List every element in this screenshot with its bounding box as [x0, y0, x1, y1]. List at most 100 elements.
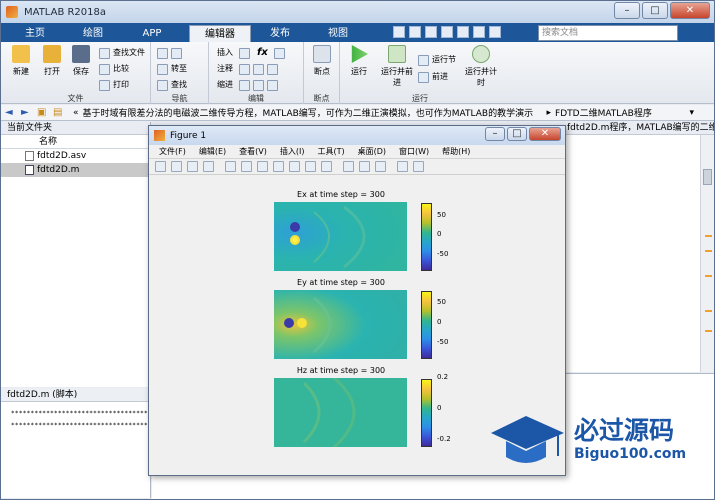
print-button[interactable]: 打印	[99, 79, 129, 91]
new-button[interactable]: 新建	[7, 45, 35, 77]
marker	[705, 235, 712, 237]
colorbar-tick: -0.2	[437, 435, 451, 443]
link-plot-icon[interactable]	[343, 161, 354, 172]
tab-publish[interactable]: 发布	[257, 25, 303, 42]
list-item[interactable]: fdtd2D.asv	[1, 149, 150, 163]
run-button[interactable]: 运行	[345, 45, 373, 77]
rotate-icon[interactable]	[289, 161, 300, 172]
open-button[interactable]: 打开	[38, 45, 66, 77]
find-files-icon	[99, 47, 110, 59]
figure-close-button[interactable]: ✕	[529, 127, 561, 141]
save-figure-icon[interactable]	[187, 161, 198, 172]
goto-button[interactable]: 转至	[157, 63, 187, 75]
open-file-icon[interactable]	[171, 161, 182, 172]
help-quick-icon[interactable]	[489, 26, 501, 38]
marker	[705, 275, 712, 277]
scroll-thumb[interactable]	[703, 169, 712, 185]
comment-button[interactable]: 注释	[217, 63, 281, 75]
folder-up-icon[interactable]: ▣	[37, 107, 49, 118]
tab-view[interactable]: 视图	[315, 25, 361, 42]
outdent-icon	[267, 79, 278, 91]
figure-minimize-button[interactable]: –	[485, 127, 505, 141]
tab-home[interactable]: 主页	[15, 25, 55, 42]
breakpoints-button[interactable]: 断点	[308, 45, 336, 77]
menu-file[interactable]: 文件(F)	[159, 146, 186, 157]
search-input[interactable]: 搜索文档	[538, 25, 678, 41]
menu-desktop[interactable]: 桌面(D)	[358, 146, 386, 157]
colorbar	[421, 291, 432, 359]
save-button[interactable]: 保存	[67, 45, 95, 77]
editor-scrollbar[interactable]	[700, 135, 714, 372]
advance-button[interactable]: 前进	[418, 71, 448, 83]
path-current[interactable]: FDTD二维MATLAB程序	[555, 106, 652, 119]
details-title: fdtd2D.m (脚本)	[1, 388, 150, 402]
maximize-button[interactable]: □	[642, 2, 668, 19]
title-bar: MATLAB R2018a – □ ✕	[1, 1, 714, 23]
open-folder-icon	[43, 45, 61, 63]
zoom-out-icon[interactable]	[257, 161, 268, 172]
menu-insert[interactable]: 插入(I)	[280, 146, 305, 157]
zoom-in-icon[interactable]	[241, 161, 252, 172]
print-figure-icon[interactable]	[203, 161, 214, 172]
data-cursor-icon[interactable]	[305, 161, 316, 172]
browse-folder-icon[interactable]: ▤	[53, 107, 65, 118]
copy-quick-icon[interactable]	[425, 26, 437, 38]
menu-edit[interactable]: 编辑(E)	[199, 146, 226, 157]
close-button[interactable]: ✕	[670, 2, 710, 19]
ey-plot[interactable]	[274, 290, 407, 359]
menu-help[interactable]: 帮助(H)	[442, 146, 470, 157]
undo-quick-icon[interactable]	[457, 26, 469, 38]
path-text[interactable]: 基于时域有限差分法的电磁波二维传导方程，MATLAB编写，可作为二维正演模拟，也…	[83, 106, 543, 119]
cut-quick-icon[interactable]	[409, 26, 421, 38]
show-tools-icon[interactable]	[413, 161, 424, 172]
menu-tools[interactable]: 工具(T)	[317, 146, 344, 157]
back-nav-button[interactable]	[157, 47, 185, 59]
compare-button[interactable]: 比较	[99, 63, 129, 75]
uncomment-icon	[267, 63, 278, 75]
save-quick-icon[interactable]	[393, 26, 405, 38]
ex-plot[interactable]	[274, 202, 407, 271]
back-arrow-icon	[157, 47, 168, 59]
chevron-down-icon[interactable]: ▾	[689, 108, 694, 118]
indent-icon	[253, 79, 264, 91]
tab-plots[interactable]: 绘图	[73, 25, 113, 42]
minimize-button[interactable]: –	[614, 2, 640, 19]
plot-title: Hz at time step = 300	[296, 366, 386, 375]
name-column-header[interactable]: 名称	[1, 135, 150, 149]
indent-button[interactable]: 缩进	[217, 79, 281, 91]
forward-arrow-icon[interactable]: ►	[21, 107, 33, 118]
run-advance-button[interactable]: 运行并前进	[380, 45, 414, 88]
run-time-button[interactable]: 运行并计时	[464, 45, 498, 88]
menu-view[interactable]: 查看(V)	[239, 146, 267, 157]
edit-group: 插入 fx 注释 缩进 编辑	[209, 42, 304, 104]
address-bar[interactable]: ◄ ► ▣ ▤ « 基于时域有限差分法的电磁波二维传导方程，MATLAB编写，可…	[1, 105, 714, 121]
tab-editor[interactable]: 编辑器	[189, 25, 251, 42]
breakpoints-group-label: 断点	[313, 94, 330, 103]
fx-icon[interactable]: fx	[257, 47, 268, 59]
find-button[interactable]: 查找	[157, 79, 187, 91]
brush-icon[interactable]	[321, 161, 332, 172]
list-item[interactable]: fdtd2D.m	[1, 163, 150, 177]
menu-window[interactable]: 窗口(W)	[399, 146, 429, 157]
breakpoints-group: 断点 断点	[304, 42, 340, 104]
back-arrow-icon[interactable]: ◄	[5, 107, 17, 118]
legend-icon[interactable]	[375, 161, 386, 172]
run-section-button[interactable]: 运行节	[418, 54, 456, 66]
figure-maximize-button[interactable]: □	[507, 127, 527, 141]
redo-quick-icon[interactable]	[473, 26, 485, 38]
new-figure-icon[interactable]	[155, 161, 166, 172]
watermark-cn: 必过源码	[574, 416, 675, 445]
ribbon-tabs: 主页 绘图 APP 编辑器 发布 视图 搜索文档	[1, 23, 714, 42]
insert-button[interactable]: 插入 fx	[217, 47, 288, 59]
pointer-icon[interactable]	[225, 161, 236, 172]
figure-logo-icon	[154, 130, 165, 141]
hide-tools-icon[interactable]	[397, 161, 408, 172]
find-files-button[interactable]: 查找文件	[99, 47, 145, 59]
details-line: ****************************************	[11, 410, 168, 417]
pan-icon[interactable]	[273, 161, 284, 172]
tab-apps[interactable]: APP	[131, 25, 173, 42]
details-line: ****************************************	[11, 422, 168, 429]
paste-quick-icon[interactable]	[441, 26, 453, 38]
hz-plot[interactable]	[274, 378, 407, 447]
colorbar-icon[interactable]	[359, 161, 370, 172]
